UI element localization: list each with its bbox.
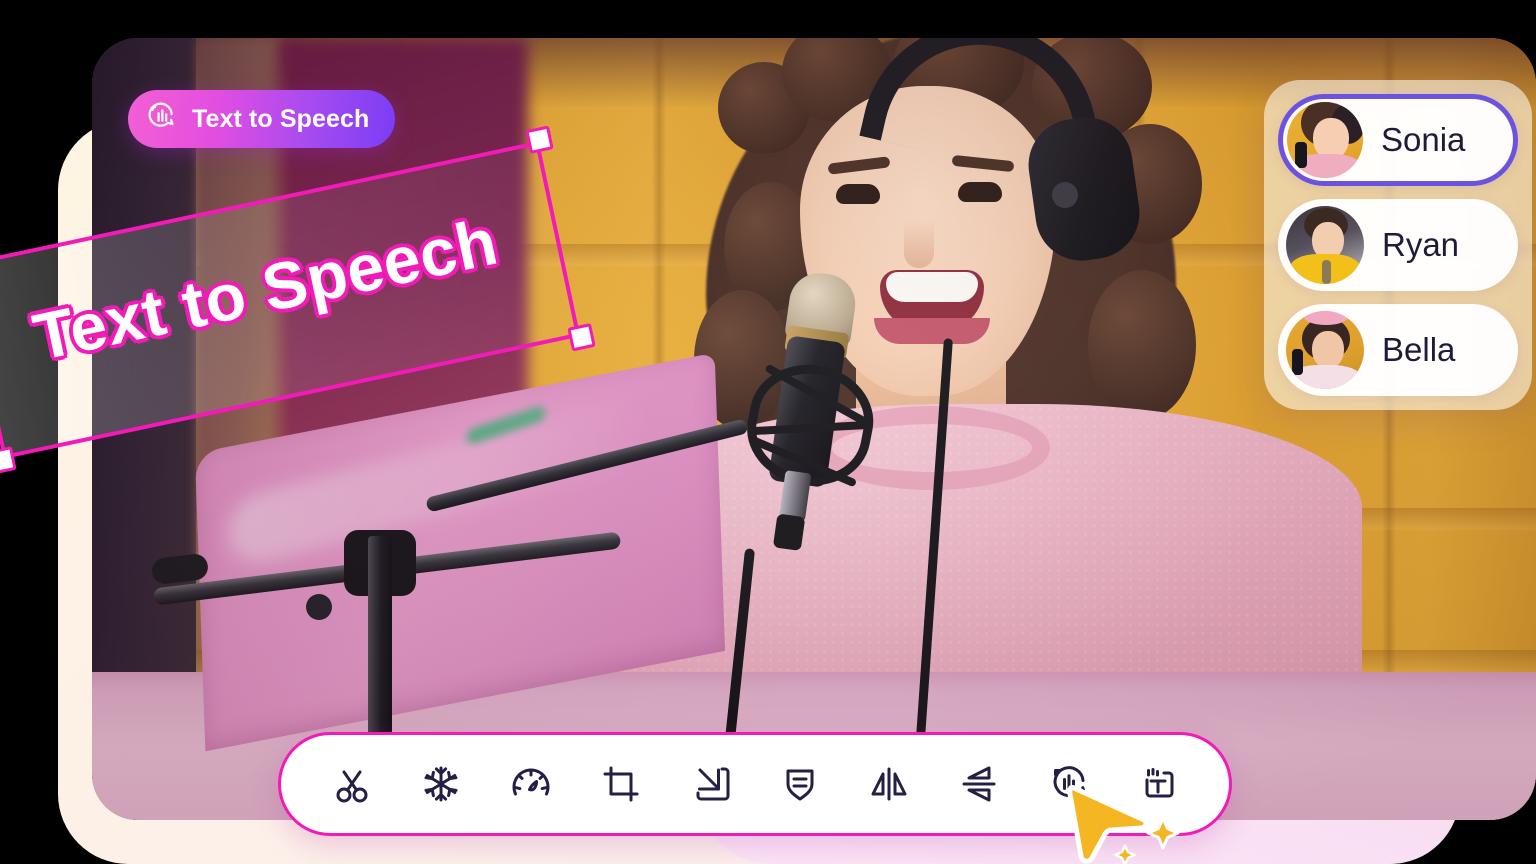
subtitle-button[interactable] (769, 753, 831, 815)
sparkle-icon (1114, 844, 1136, 864)
scissors-split-button[interactable] (321, 753, 383, 815)
voice-item-bella[interactable]: Bella (1278, 304, 1518, 396)
sonia-avatar (1287, 102, 1363, 178)
ryan-avatar (1286, 206, 1364, 284)
voice-item-sonia[interactable]: Sonia (1278, 94, 1518, 186)
crop-button[interactable] (590, 753, 652, 815)
mirror-button[interactable] (858, 753, 920, 815)
resize-handle-top-right[interactable] (525, 125, 554, 154)
export-button[interactable] (679, 753, 741, 815)
resize-handle-bottom-right[interactable] (567, 323, 596, 352)
scissors-split-icon (330, 762, 374, 806)
flip-vertical-icon (957, 762, 1001, 806)
pointer-cursor-icon (1066, 784, 1154, 864)
text-to-speech-icon (146, 101, 178, 138)
crop-icon (599, 762, 643, 806)
snowflake-freeze-icon (419, 762, 463, 806)
voice-name: Bella (1382, 331, 1456, 368)
speed-button[interactable] (500, 753, 562, 815)
text-to-speech-badge[interactable]: Text to Speech (128, 90, 396, 148)
export-arrow-icon (688, 762, 732, 806)
flip-button[interactable] (948, 753, 1010, 815)
screenshot-stage: Text to Speech Text to Speech Sonia Ryan… (0, 0, 1536, 864)
voice-name: Sonia (1381, 121, 1466, 158)
subtitle-shield-icon (778, 762, 822, 806)
voice-selection-panel: Sonia Ryan Bella (1264, 80, 1532, 410)
text-to-speech-badge-label: Text to Speech (192, 104, 370, 133)
sparkle-icon (1146, 816, 1180, 850)
mirror-horizontal-icon (867, 762, 911, 806)
speedometer-speed-icon (509, 762, 553, 806)
voice-name: Ryan (1382, 226, 1460, 263)
voice-item-ryan[interactable]: Ryan (1278, 199, 1518, 291)
bella-avatar (1286, 311, 1364, 389)
freeze-button[interactable] (410, 753, 472, 815)
